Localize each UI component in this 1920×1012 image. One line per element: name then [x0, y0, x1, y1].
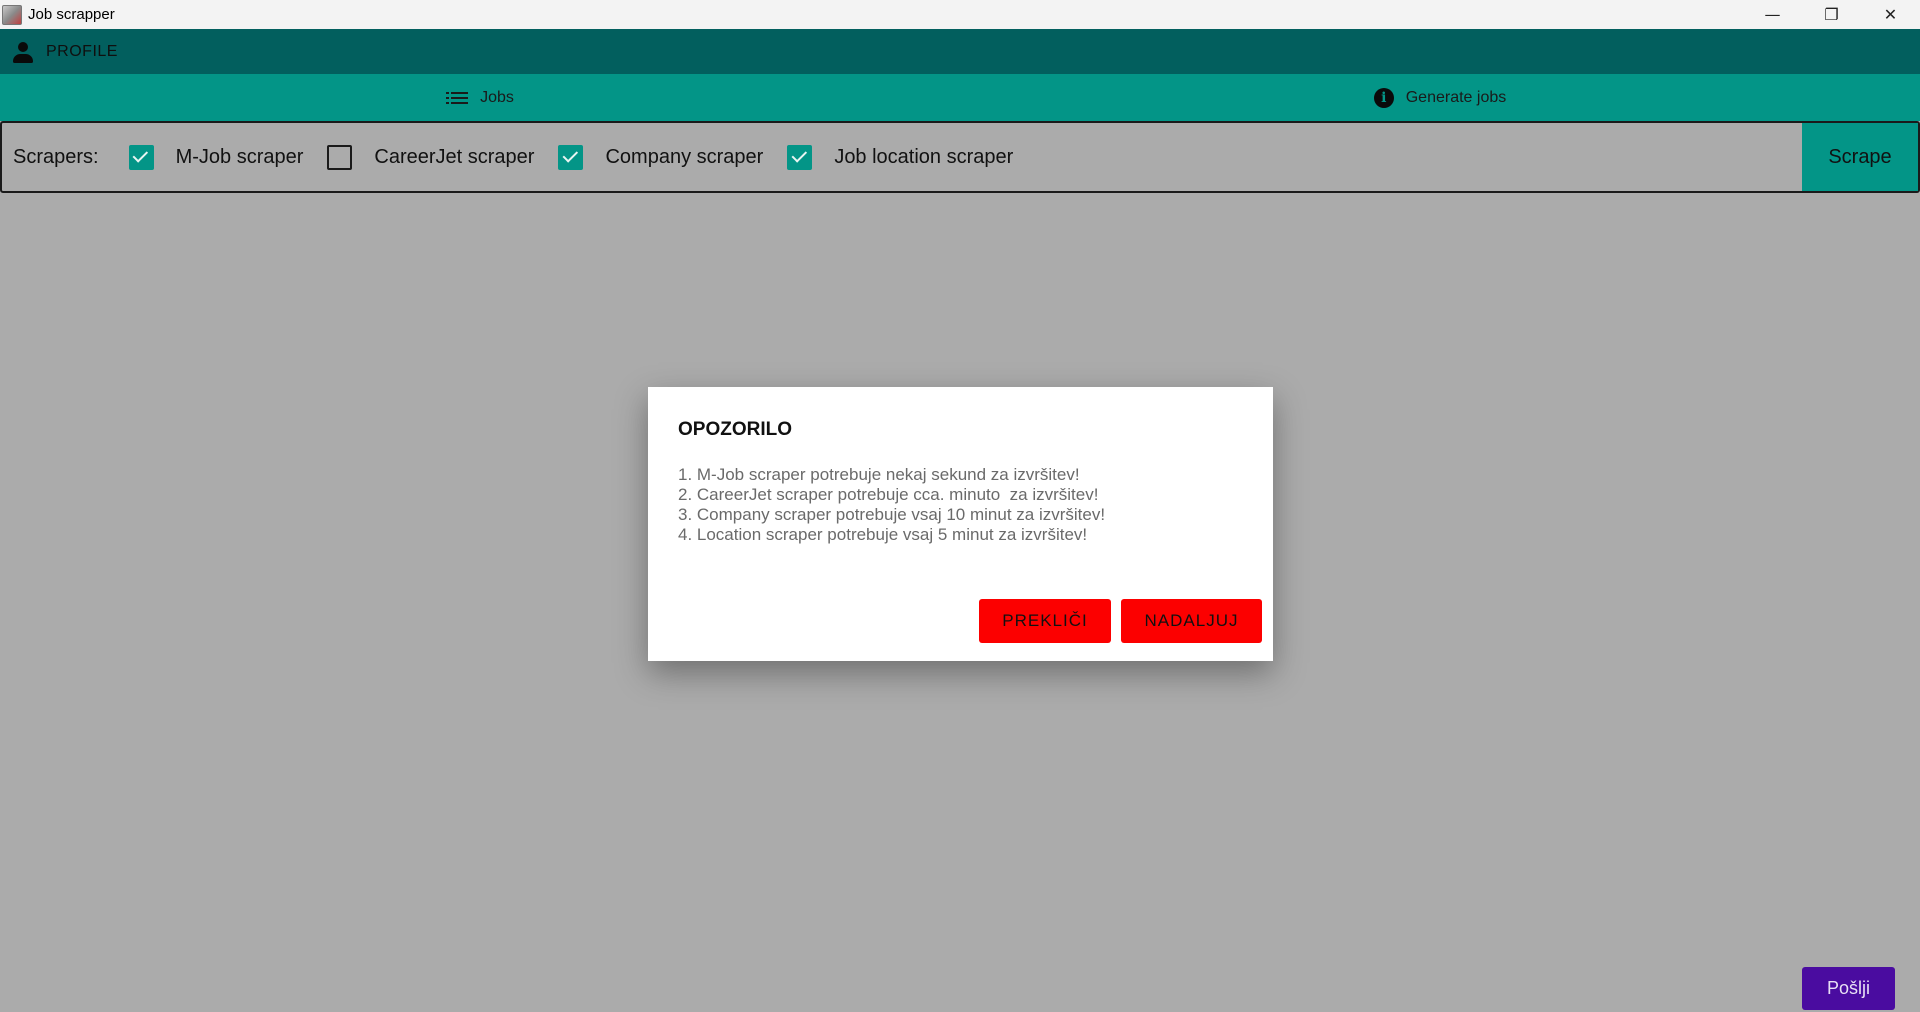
scraper-item-mjob[interactable]: M-Job scraper	[128, 144, 304, 170]
cancel-button[interactable]: PREKLIČI	[979, 599, 1111, 643]
minimize-button[interactable]: —	[1743, 0, 1802, 29]
warning-dialog: OPOZORILO 1. M-Job scraper potrebuje nek…	[648, 387, 1273, 661]
person-icon[interactable]	[12, 41, 34, 63]
check-icon	[562, 147, 579, 163]
window-controls: — ❐ ✕	[1743, 0, 1920, 29]
profile-bar: PROFILE	[0, 29, 1920, 74]
tab-jobs[interactable]: Jobs	[0, 74, 960, 121]
careerjet-checkbox[interactable]	[327, 144, 353, 170]
send-button[interactable]: Pošlji	[1802, 967, 1895, 1010]
scraper-label: Company scraper	[605, 145, 764, 168]
list-icon	[446, 91, 469, 105]
dialog-line: 3. Company scraper potrebuje vsaj 10 min…	[678, 505, 1106, 524]
dialog-title: OPOZORILO	[678, 419, 792, 440]
scrape-button[interactable]: Scrape	[1802, 123, 1918, 191]
info-icon: i	[1373, 87, 1394, 108]
tab-generate-jobs-label: Generate jobs	[1405, 88, 1507, 106]
continue-button[interactable]: NADALJUJ	[1121, 599, 1262, 643]
scraper-bar: Scrapers: M-Job scraper CareerJet scrape…	[0, 121, 1920, 193]
window-titlebar: Job scrapper — ❐ ✕	[0, 0, 1920, 29]
dialog-line: 2. CareerJet scraper potrebuje cca. minu…	[678, 485, 1099, 504]
scraper-label: M-Job scraper	[175, 145, 304, 168]
profile-label[interactable]: PROFILE	[46, 43, 118, 61]
close-button[interactable]: ✕	[1861, 0, 1920, 29]
scraper-item-company[interactable]: Company scraper	[558, 144, 764, 170]
scraper-label: Job location scraper	[834, 145, 1014, 168]
mjob-checkbox[interactable]	[128, 144, 154, 170]
restore-button[interactable]: ❐	[1802, 0, 1861, 29]
tab-bar: Jobs i Generate jobs	[0, 74, 1920, 121]
tab-jobs-label: Jobs	[480, 88, 514, 106]
scraper-item-careerjet[interactable]: CareerJet scraper	[327, 144, 535, 170]
window-title: Job scrapper	[28, 6, 115, 23]
job-location-checkbox[interactable]	[787, 144, 813, 170]
check-icon	[132, 147, 149, 163]
app-icon	[2, 4, 22, 25]
dialog-body: 1. M-Job scraper potrebuje nekaj sekund …	[678, 465, 1105, 545]
scrapers-label: Scrapers:	[13, 145, 99, 168]
scraper-item-job-location[interactable]: Job location scraper	[787, 144, 1014, 170]
tab-generate-jobs[interactable]: i Generate jobs	[960, 74, 1920, 121]
check-icon	[791, 147, 807, 163]
company-checkbox[interactable]	[558, 144, 584, 170]
dialog-line: 4. Location scraper potrebuje vsaj 5 min…	[678, 525, 1088, 544]
scraper-label: CareerJet scraper	[374, 145, 535, 168]
dialog-line: 1. M-Job scraper potrebuje nekaj sekund …	[678, 465, 1080, 484]
